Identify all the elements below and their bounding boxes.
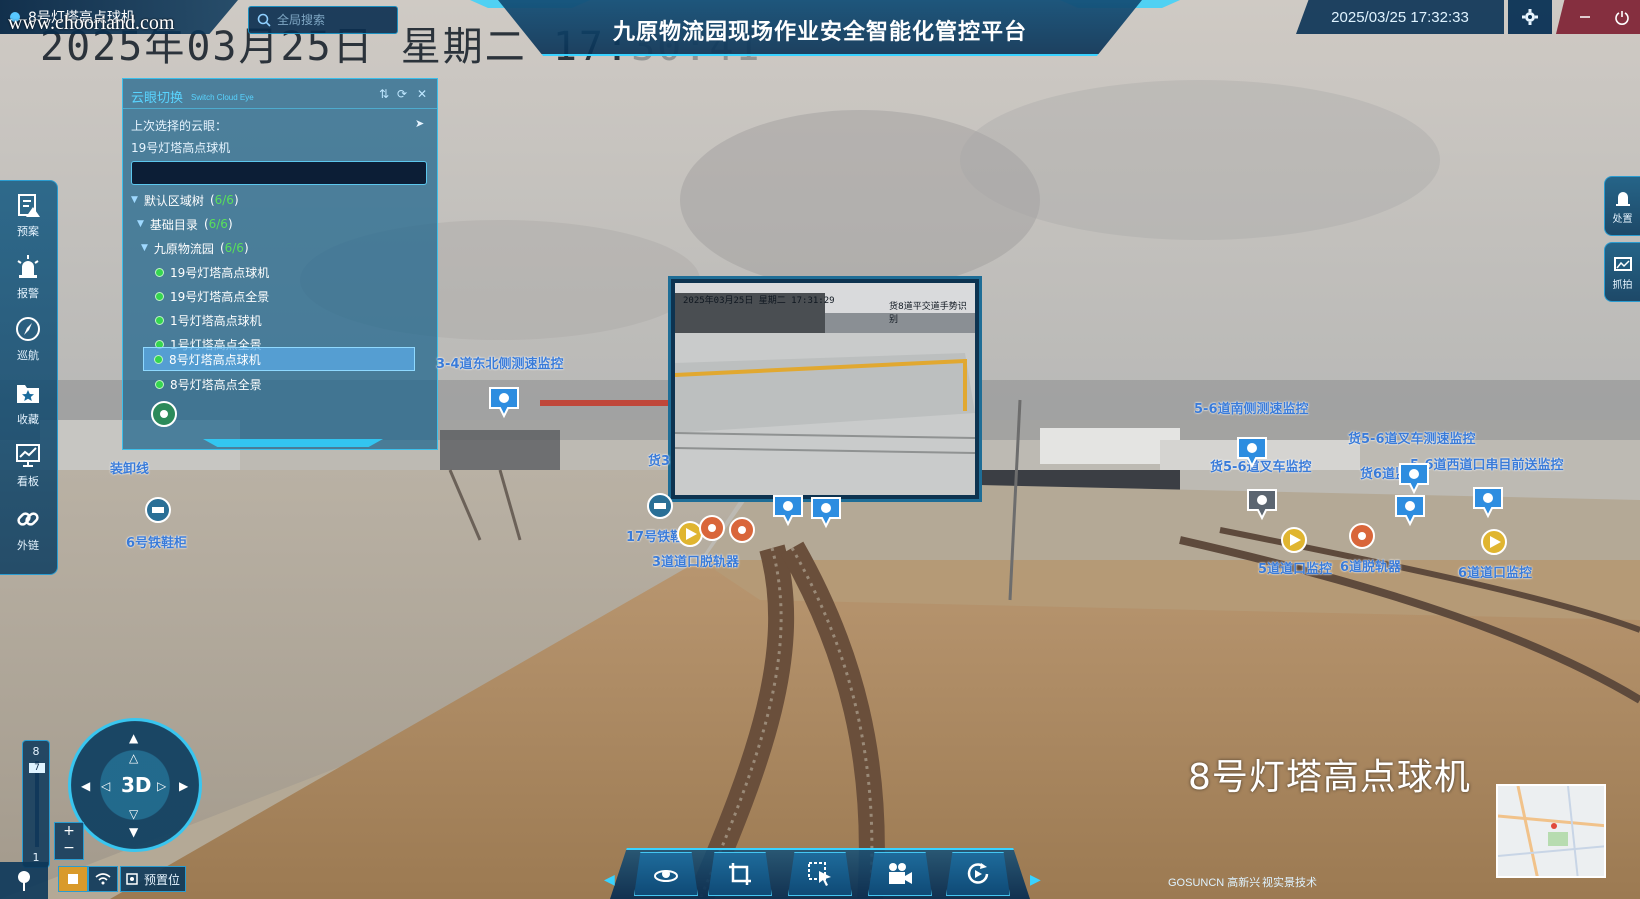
camera-marker-icon[interactable] xyxy=(1237,437,1267,469)
video-marker-icon[interactable] xyxy=(1481,529,1507,555)
derailer-marker-icon[interactable] xyxy=(1349,523,1375,549)
preset-icon xyxy=(126,873,138,885)
wifi-icon xyxy=(95,873,111,885)
video-camera-icon xyxy=(889,863,912,884)
derailer-marker-icon[interactable] xyxy=(699,515,725,541)
camera-marker-icon[interactable] xyxy=(1473,487,1503,519)
layer-toggle-button[interactable] xyxy=(58,866,88,892)
zoom-track[interactable] xyxy=(35,761,39,847)
toolbar-next-icon[interactable]: ▶ xyxy=(1030,872,1044,888)
location-marker-icon[interactable] xyxy=(151,401,177,427)
camera-marker-icon[interactable] xyxy=(1395,495,1425,527)
preset-position-button[interactable]: 预置位 xyxy=(120,866,186,892)
camera-marker-icon[interactable] xyxy=(1399,463,1429,495)
brand-realscene: 视实景技术 xyxy=(1262,877,1317,889)
compass-down-icon[interactable]: ▼ xyxy=(129,825,138,839)
zoom-in-icon[interactable]: + xyxy=(55,823,83,840)
camera-marker-icon[interactable] xyxy=(773,495,803,527)
tool-select-button[interactable] xyxy=(788,852,852,896)
video-marker-icon[interactable] xyxy=(1281,527,1307,553)
rotate-left-icon[interactable]: ◁ xyxy=(101,779,110,793)
rotate-right-icon[interactable]: ▷ xyxy=(157,779,166,793)
tilt-down-icon[interactable]: ▽ xyxy=(129,807,138,821)
zoom-plus-minus: + − xyxy=(54,822,84,860)
map-markers-layer xyxy=(145,387,1507,555)
tool-crop-button[interactable] xyxy=(708,852,772,896)
brand-gosuncn: GOSUNCN 高新兴 xyxy=(1168,877,1261,889)
preset-position-label: 预置位 xyxy=(143,872,180,887)
camera-marker-icon[interactable] xyxy=(489,387,519,419)
tool-playback-button[interactable] xyxy=(946,852,1010,896)
playback-icon xyxy=(967,863,989,884)
mini-map[interactable] xyxy=(1496,784,1606,878)
tilt-up-icon[interactable]: △ xyxy=(129,751,138,765)
mini-map-graphic xyxy=(1498,786,1604,876)
camera-marker-icon[interactable] xyxy=(1247,489,1277,521)
orbit-icon xyxy=(654,870,678,882)
shoe-cabinet-marker-icon[interactable] xyxy=(145,497,171,523)
video-marker-icon[interactable] xyxy=(677,521,703,547)
zoom-max-label: 8 xyxy=(32,745,40,758)
map-pin-button[interactable] xyxy=(0,862,48,899)
map-pin-icon xyxy=(18,870,30,891)
compass-3d-label[interactable]: 3D xyxy=(121,773,152,797)
zoom-out-icon[interactable]: − xyxy=(55,840,83,857)
compass-left-icon[interactable]: ◀ xyxy=(81,779,90,793)
toolbar-prev-icon[interactable]: ◀ xyxy=(604,872,618,888)
pointer-select-icon xyxy=(808,862,831,886)
compass-right-icon[interactable]: ▶ xyxy=(179,779,188,793)
crop-icon xyxy=(729,863,751,885)
layer-icon xyxy=(68,874,78,884)
derailer-marker-icon[interactable] xyxy=(729,517,755,543)
wifi-button[interactable] xyxy=(88,866,118,892)
zoom-level-slider[interactable]: 8 7 1 xyxy=(22,740,50,868)
tool-video-button[interactable] xyxy=(868,852,932,896)
3d-compass-control[interactable]: 3D ▲ ▼ ◀ ▶ △ ▽ ◁ ▷ xyxy=(68,718,202,852)
zoom-knob[interactable]: 7 xyxy=(29,763,45,773)
compass-up-icon[interactable]: ▲ xyxy=(129,731,138,745)
camera-marker-icon[interactable] xyxy=(811,497,841,529)
tool-orbit-button[interactable] xyxy=(634,852,698,896)
shoe-cabinet-marker-icon[interactable] xyxy=(647,493,673,519)
